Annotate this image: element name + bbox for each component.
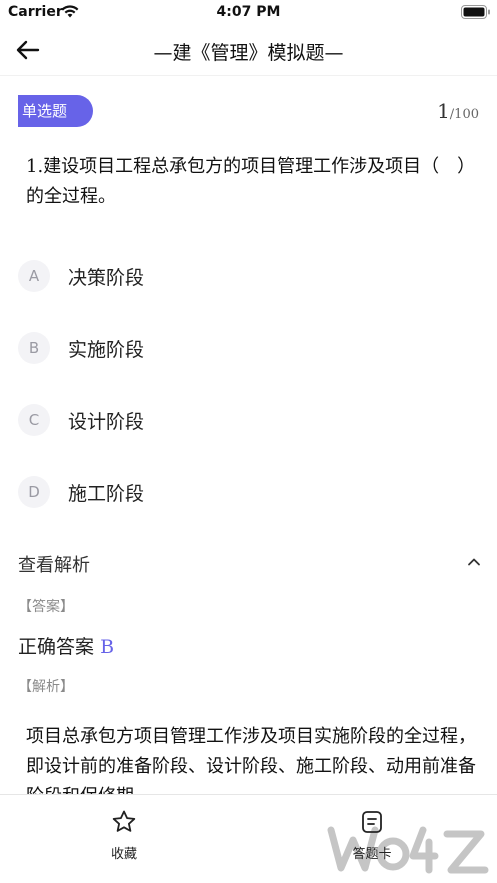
option-b[interactable]: B 实施阶段: [18, 332, 478, 364]
chevron-up-icon: [468, 558, 480, 566]
explanation-text: 项目总承包方项目管理工作涉及项目实施阶段的全过程，即设计前的准备阶段、设计阶段、…: [26, 726, 476, 794]
battery-icon: [461, 5, 490, 19]
progress-total: /100: [449, 107, 479, 122]
nav-bar: —建《管理》模拟题—: [0, 24, 497, 76]
option-text: 施工阶段: [68, 483, 145, 505]
progress-current: 1: [437, 99, 450, 123]
option-letter: B: [18, 332, 50, 364]
option-d[interactable]: D 施工阶段: [18, 476, 478, 508]
view-analysis-toggle[interactable]: 查看解析: [18, 546, 484, 580]
back-arrow-icon[interactable]: [14, 36, 42, 64]
question-body: 建设项目工程总承包方的项目管理工作涉及项目（ ）的全过程。: [26, 156, 476, 207]
option-c[interactable]: C 设计阶段: [18, 404, 478, 436]
question-number: 1.: [26, 156, 44, 177]
explanation-tag: 【解析】: [18, 679, 74, 695]
correct-answer-letter: B: [100, 636, 115, 658]
answer-tag: 【答案】: [18, 599, 74, 615]
option-a[interactable]: A 决策阶段: [18, 260, 478, 292]
view-analysis-label: 查看解析: [18, 555, 90, 576]
favorite-button[interactable]: 收藏: [64, 807, 184, 863]
option-letter: A: [18, 260, 50, 292]
page-title: —建《管理》模拟题—: [153, 42, 344, 64]
favorite-label: 收藏: [110, 847, 137, 862]
status-bar: Carrier 4:07 PM: [0, 0, 497, 24]
option-text: 实施阶段: [68, 339, 145, 361]
question-progress: 1/100: [437, 99, 479, 123]
star-icon: [112, 810, 136, 832]
watermark-logo: [327, 826, 489, 874]
option-letter: C: [18, 404, 50, 436]
correct-answer-label: 正确答案: [18, 636, 95, 658]
clock: 4:07 PM: [216, 4, 281, 20]
question-type-badge: 单选题: [18, 95, 93, 127]
option-letter: D: [18, 476, 50, 508]
question-text: 1.建设项目工程总承包方的项目管理工作涉及项目（ ）的全过程。: [26, 152, 476, 212]
option-text: 决策阶段: [68, 267, 145, 289]
correct-answer: 正确答案 B: [18, 632, 114, 659]
option-text: 设计阶段: [68, 411, 145, 433]
